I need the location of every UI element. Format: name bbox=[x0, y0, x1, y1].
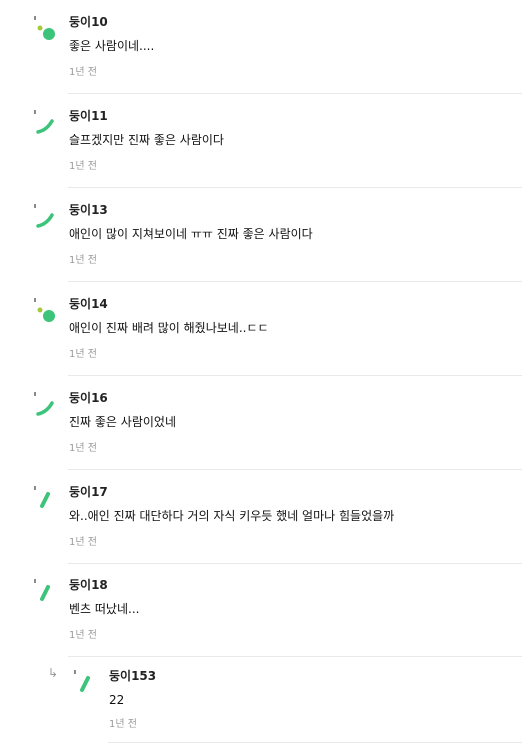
comment-item: 둥이18 벤츠 떠났네... 1년 전 bbox=[0, 563, 522, 657]
slash-avatar-icon[interactable] bbox=[30, 483, 56, 511]
reply-text: 22 bbox=[109, 693, 125, 707]
slash-avatar-icon[interactable] bbox=[30, 576, 56, 604]
comment-item: 둥이10 좋은 사람이네.... 1년 전 bbox=[0, 0, 522, 94]
comment-nickname[interactable]: 둥이10 bbox=[69, 14, 108, 30]
comment-text: 좋은 사람이네.... bbox=[69, 39, 155, 53]
reply-nickname[interactable]: 둥이153 bbox=[109, 668, 156, 684]
smile-avatar-icon[interactable] bbox=[30, 389, 56, 417]
reply-time: 1년 전 bbox=[109, 719, 137, 730]
comment-time: 1년 전 bbox=[69, 67, 97, 78]
comment-item: 둥이16 진짜 좋은 사람이었네 1년 전 bbox=[0, 376, 522, 470]
comment-text: 벤츠 떠났네... bbox=[69, 602, 140, 616]
comment-time: 1년 전 bbox=[69, 630, 97, 641]
comment-nickname[interactable]: 둥이17 bbox=[69, 484, 108, 500]
comment-time: 1년 전 bbox=[69, 161, 97, 172]
comment-text: 와..애인 진짜 대단하다 거의 자식 키우듯 했네 얼마나 힘들었을까 bbox=[69, 509, 395, 523]
comment-text: 슬프겠지만 진짜 좋은 사람이다 bbox=[69, 133, 224, 147]
comment-item: 둥이13 애인이 많이 지쳐보이네 ㅠㅠ 진짜 좋은 사람이다 1년 전 bbox=[0, 188, 522, 282]
comment-time: 1년 전 bbox=[69, 443, 97, 454]
comment-nickname[interactable]: 둥이18 bbox=[69, 577, 108, 593]
comment-item: 둥이17 와..애인 진짜 대단하다 거의 자식 키우듯 했네 얼마나 힘들었을… bbox=[0, 470, 522, 564]
smile-avatar-icon[interactable] bbox=[30, 201, 56, 229]
comment-text: 진짜 좋은 사람이었네 bbox=[69, 415, 176, 429]
comment-text: 애인이 진짜 배려 많이 해줬나보네..ㄷㄷ bbox=[69, 321, 269, 335]
dot-avatar-icon[interactable] bbox=[30, 295, 56, 323]
comment-time: 1년 전 bbox=[69, 255, 97, 266]
comment-time: 1년 전 bbox=[69, 537, 97, 548]
comment-nickname[interactable]: 둥이11 bbox=[69, 108, 108, 124]
reply-item: ↳ 둥이153 22 1년 전 bbox=[0, 656, 522, 743]
comment-item: 둥이14 애인이 진짜 배려 많이 해줬나보네..ㄷㄷ 1년 전 bbox=[0, 282, 522, 376]
slash-avatar-icon[interactable] bbox=[70, 667, 96, 695]
comment-nickname[interactable]: 둥이16 bbox=[69, 390, 108, 406]
comment-list: 둥이10 좋은 사람이네.... 1년 전 둥이11 슬프겠지만 진짜 좋은 사… bbox=[0, 0, 522, 743]
reply-arrow-icon: ↳ bbox=[48, 666, 59, 680]
dot-avatar-icon[interactable] bbox=[30, 13, 56, 41]
comment-text: 애인이 많이 지쳐보이네 ㅠㅠ 진짜 좋은 사람이다 bbox=[69, 227, 313, 241]
comment-nickname[interactable]: 둥이13 bbox=[69, 202, 108, 218]
comment-nickname[interactable]: 둥이14 bbox=[69, 296, 108, 312]
smile-avatar-icon[interactable] bbox=[30, 107, 56, 135]
comment-item: 둥이11 슬프겠지만 진짜 좋은 사람이다 1년 전 bbox=[0, 94, 522, 188]
comment-time: 1년 전 bbox=[69, 349, 97, 360]
